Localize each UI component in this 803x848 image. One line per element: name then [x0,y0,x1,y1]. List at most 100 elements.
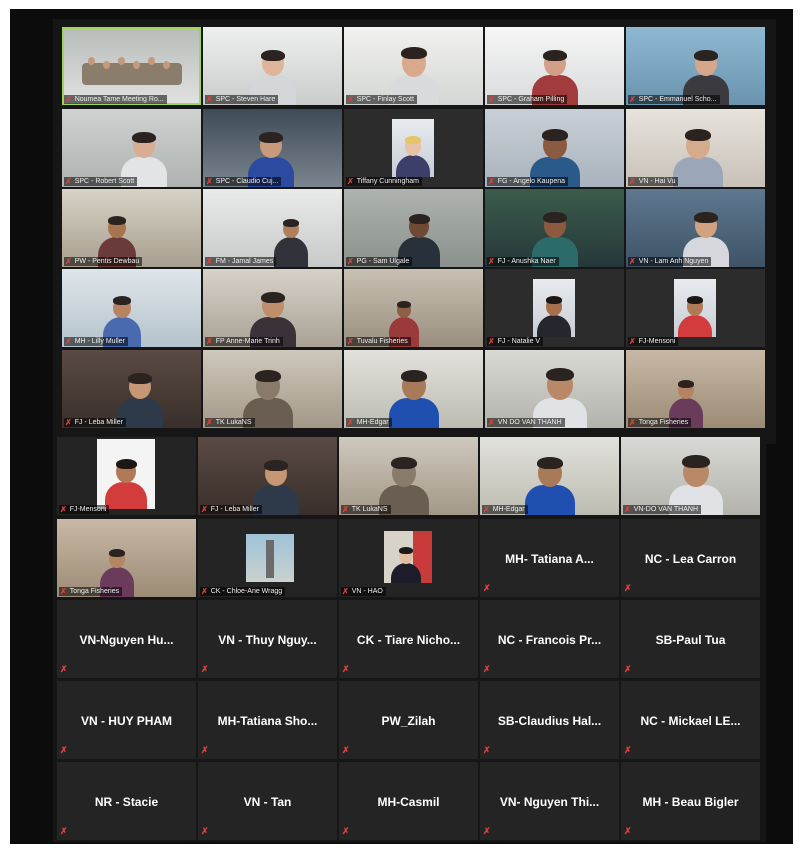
participant-name-tile[interactable]: VN- Nguyen Thi... ✗ [480,762,619,840]
participant-video-tile[interactable]: ✗ Tonga Fisheries [626,350,765,428]
person-hair [401,370,427,383]
participant-video-tile[interactable]: ✗ FJ - Natalie V [485,269,624,347]
participant-video-tile[interactable]: ✗ SPC - Finlay Scott [344,27,483,105]
person-torso [388,398,440,428]
muted-mic-icon: ✗ [206,177,213,186]
participant-video-tile[interactable]: ✗ Tiffany Cunningham [344,109,483,187]
muted-mic-icon: ✗ [483,745,491,755]
participant-name-tile[interactable]: NC - Lea Carron ✗ [621,519,760,597]
participant-name: NC - Lea Carron [644,552,737,566]
participant-video-tile[interactable]: ✗ FP Anne-Marie Trinh [203,269,342,347]
participant-name-tile[interactable]: PW_Zilah ✗ [339,681,478,759]
participant-name-label: ✗ SPC - Emmanuel Scho... [628,95,720,104]
participant-name: MH - Lilly Muller [74,338,125,345]
participant-name-tile[interactable]: CK - Tiare Nicho... ✗ [339,600,478,678]
participant-video-tile[interactable]: ✗ MH-Edgar [480,437,619,515]
participant-name: SPC - Steven Hare [215,96,276,103]
participant-name-label: ✗ FM - Jamal James [205,257,277,266]
participant-video-tile[interactable]: ✗ SPC - Graham Pilling [485,27,624,105]
participant-name: PG - Sam Ulgale [356,258,410,265]
participant-video-tile[interactable]: ✗ FG - Angelo Kaupena [485,109,624,187]
participant-name: SPC - Finlay Scott [356,96,414,103]
person-hair [546,367,574,381]
participant-name-label: ✗ FJ - Anushka Naer [487,257,559,266]
participant-name-label: ✗ CK - Chloe-Ane Wragg [200,587,286,596]
participant-video-tile[interactable]: ✗ VN - Lam Anh Nguyen [626,189,765,267]
participant-video-tile[interactable]: ✗ SPC - Robert Scott [62,109,201,187]
person-hair [398,546,414,554]
participant-name: PW - Pentis Dewbau [74,258,140,265]
participant-name-label: ✗ VN-DO VAN THANH [623,505,702,514]
muted-mic-icon: ✗ [347,257,354,266]
participant-name: VN - Hai Vu [638,178,676,185]
participant-video-tile[interactable]: ✗ SPC - Steven Hare [203,27,342,105]
participant-video-tile[interactable]: ✗ CK - Chloe-Ane Wragg [198,519,337,597]
muted-mic-icon: ✗ [206,95,213,104]
participant-name: MH-Edgar [492,506,525,513]
participant-video-tile[interactable]: ✗ TK LukaNS [203,350,342,428]
participant-name-tile[interactable]: VN-Nguyen Hu... ✗ [57,600,196,678]
participant-name-label: ✗ MH - Lilly Muller [64,337,128,346]
participant-video-tile[interactable]: ✗ Tuvalu Fisheries [344,269,483,347]
muted-mic-icon: ✗ [201,826,209,836]
attendee-head [118,57,125,65]
participant-name-tile[interactable]: SB-Claudius Hal... ✗ [480,681,619,759]
participant-video-tile[interactable]: ✗ MH - Lilly Muller [62,269,201,347]
participant-video-tile[interactable]: ✗ VN - HAO [339,519,478,597]
participant-video-tile[interactable]: ✗ MH-Edgar [344,350,483,428]
participant-name-label: ✗ Tiffany Cunningham [346,177,422,186]
participant-video-tile[interactable]: ✗ SPC - Emmanuel Scho... [626,27,765,105]
participant-video-tile[interactable]: ✗ FJ-Mensoni [626,269,765,347]
participant-name-tile[interactable]: VN - HUY PHAM ✗ [57,681,196,759]
participant-name-tile[interactable]: MH-Casmil ✗ [339,762,478,840]
muted-mic-icon: ✗ [60,587,67,596]
participant-video-tile[interactable]: ✗ SPC - Claudio Cuj... [203,109,342,187]
muted-mic-icon: ✗ [347,337,354,346]
muted-mic-icon: ✗ [60,745,68,755]
participant-name-tile[interactable]: SB-Paul Tua ✗ [621,600,760,678]
person-torso [391,563,421,583]
participant-name-tile[interactable]: VN - Thuy Nguy... ✗ [198,600,337,678]
muted-mic-icon: ✗ [201,745,209,755]
participant-video-tile[interactable]: ✗ Tonga Fisheries [57,519,196,597]
participant-name: MH- Tatiana A... [505,552,594,566]
participant-video-tile[interactable]: ✗ TK LukaNS [339,437,478,515]
participant-name: MH-Tatiana Sho... [217,714,318,728]
participant-video-tile[interactable]: ✗ FM - Jamal James [203,189,342,267]
participant-name-tile[interactable]: MH- Tatiana A... ✗ [480,519,619,597]
participant-name: Noumea Tame Meeting Ro... [74,96,164,103]
muted-mic-icon: ✗ [624,664,632,674]
person-hair [112,296,132,306]
muted-mic-icon: ✗ [342,664,350,674]
muted-mic-icon: ✗ [206,257,213,266]
tower-shape [266,540,274,578]
muted-mic-icon: ✗ [483,505,490,514]
participant-video-tile[interactable]: ✗ PW - Pentis Dewbau [62,189,201,267]
person-hair [259,131,283,143]
participant-video-tile[interactable]: ✗ FJ - Leba Miller [198,437,337,515]
attendee-head [88,57,95,65]
muted-mic-icon: ✗ [347,95,354,104]
participant-name-label: ✗ FJ - Leba Miller [64,418,126,427]
participant-video-tile[interactable]: ✗ PG - Sam Ulgale [344,189,483,267]
participant-name-tile[interactable]: MH - Beau Bigler ✗ [621,762,760,840]
participant-video-tile[interactable]: ✗ Noumea Tame Meeting Ro... [62,27,201,105]
participant-video-tile[interactable]: ✗ FJ-Mensoni [57,437,196,515]
participant-video-tile[interactable]: ✗ FJ - Anushka Naer [485,189,624,267]
participant-video-tile[interactable]: ✗ VN-DO VAN THANH [621,437,760,515]
participant-name-tile[interactable]: NC - Francois Pr... ✗ [480,600,619,678]
participant-name: SB-Paul Tua [655,633,726,647]
participant-name: NR - Stacie [94,795,159,809]
participant-name-label: ✗ VN - HAO [341,587,386,596]
participant-name-label: ✗ Tuvalu Fisheries [346,337,411,346]
participant-video-tile[interactable]: ✗ FJ - Leba Miller [62,350,201,428]
participant-name-tile[interactable]: NC - Mickael LE... ✗ [621,681,760,759]
participant-video-tile[interactable]: ✗ VN - Hai Vu [626,109,765,187]
participant-name-tile[interactable]: VN - Tan ✗ [198,762,337,840]
profile-picture [384,531,432,583]
muted-mic-icon: ✗ [60,826,68,836]
participant-name-tile[interactable]: NR - Stacie ✗ [57,762,196,840]
participant-name-tile[interactable]: MH-Tatiana Sho... ✗ [198,681,337,759]
muted-mic-icon: ✗ [488,418,495,427]
participant-video-tile[interactable]: ✗ VN DO VAN THANH [485,350,624,428]
